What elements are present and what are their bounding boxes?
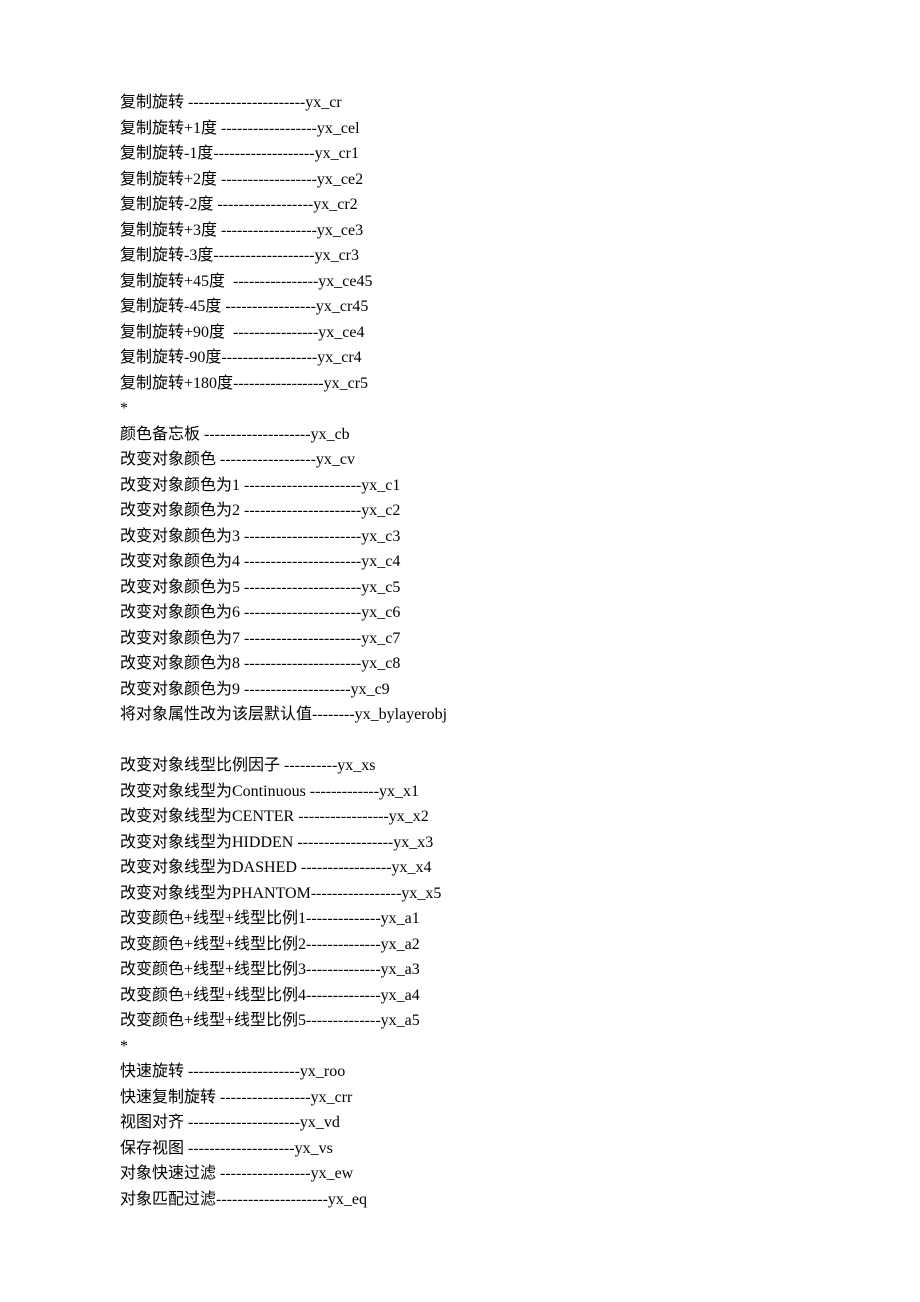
- text-line: 改变对象颜色为3 ----------------------yx_c3: [120, 524, 820, 550]
- text-line: 复制旋转+3度 ------------------yx_ce3: [120, 218, 820, 244]
- text-line: 颜色备忘板 --------------------yx_cb: [120, 422, 820, 448]
- text-line: 复制旋转-45度 -----------------yx_cr45: [120, 294, 820, 320]
- text-line: 复制旋转-2度 ------------------yx_cr2: [120, 192, 820, 218]
- text-line: 改变对象颜色为9 --------------------yx_c9: [120, 677, 820, 703]
- text-line: 复制旋转-90度------------------yx_cr4: [120, 345, 820, 371]
- text-line: 改变对象线型为Continuous -------------yx_x1: [120, 779, 820, 805]
- text-line: 将对象属性改为该层默认值--------yx_bylayerobj: [120, 702, 820, 728]
- text-line: 保存视图 --------------------yx_vs: [120, 1136, 820, 1162]
- text-line: 改变颜色+线型+线型比例4--------------yx_a4: [120, 983, 820, 1009]
- text-line: 对象快速过滤 -----------------yx_ew: [120, 1161, 820, 1187]
- document-page: 复制旋转 ----------------------yx_cr复制旋转+1度 …: [0, 0, 820, 1212]
- text-line: 改变对象颜色为5 ----------------------yx_c5: [120, 575, 820, 601]
- text-line: 改变颜色+线型+线型比例1--------------yx_a1: [120, 906, 820, 932]
- text-line: 改变对象颜色为4 ----------------------yx_c4: [120, 549, 820, 575]
- text-line: 复制旋转 ----------------------yx_cr: [120, 90, 820, 116]
- text-line: 改变对象颜色为8 ----------------------yx_c8: [120, 651, 820, 677]
- text-line: 改变颜色+线型+线型比例5--------------yx_a5: [120, 1008, 820, 1034]
- text-line: 复制旋转+2度 ------------------yx_ce2: [120, 167, 820, 193]
- text-line: 改变对象线型为CENTER -----------------yx_x2: [120, 804, 820, 830]
- text-line: 改变对象线型为DASHED -----------------yx_x4: [120, 855, 820, 881]
- text-line: 改变对象线型为HIDDEN ------------------yx_x3: [120, 830, 820, 856]
- text-line: 改变对象线型比例因子 ----------yx_xs: [120, 753, 820, 779]
- text-line: 快速复制旋转 -----------------yx_crr: [120, 1085, 820, 1111]
- text-line: 改变对象颜色为2 ----------------------yx_c2: [120, 498, 820, 524]
- text-line: 对象匹配过滤---------------------yx_eq: [120, 1187, 820, 1213]
- text-line: 复制旋转+45度 ----------------yx_ce45: [120, 269, 820, 295]
- text-line: 改变对象颜色为7 ----------------------yx_c7: [120, 626, 820, 652]
- text-line: 改变颜色+线型+线型比例2--------------yx_a2: [120, 932, 820, 958]
- text-line: *: [120, 396, 820, 422]
- text-line: 视图对齐 ---------------------yx_vd: [120, 1110, 820, 1136]
- text-line: 改变对象颜色为1 ----------------------yx_c1: [120, 473, 820, 499]
- text-line: 复制旋转+90度 ----------------yx_ce4: [120, 320, 820, 346]
- text-line: 改变对象颜色 ------------------yx_cv: [120, 447, 820, 473]
- text-line: 快速旋转 ---------------------yx_roo: [120, 1059, 820, 1085]
- text-line: 改变对象颜色为6 ----------------------yx_c6: [120, 600, 820, 626]
- text-line: 复制旋转+180度-----------------yx_cr5: [120, 371, 820, 397]
- text-line: 复制旋转+1度 ------------------yx_cel: [120, 116, 820, 142]
- text-line: 复制旋转-1度-------------------yx_cr1: [120, 141, 820, 167]
- text-line: *: [120, 1034, 820, 1060]
- text-line: 改变颜色+线型+线型比例3--------------yx_a3: [120, 957, 820, 983]
- text-line: 复制旋转-3度-------------------yx_cr3: [120, 243, 820, 269]
- text-line: 改变对象线型为PHANTOM-----------------yx_x5: [120, 881, 820, 907]
- blank-line: [120, 728, 820, 754]
